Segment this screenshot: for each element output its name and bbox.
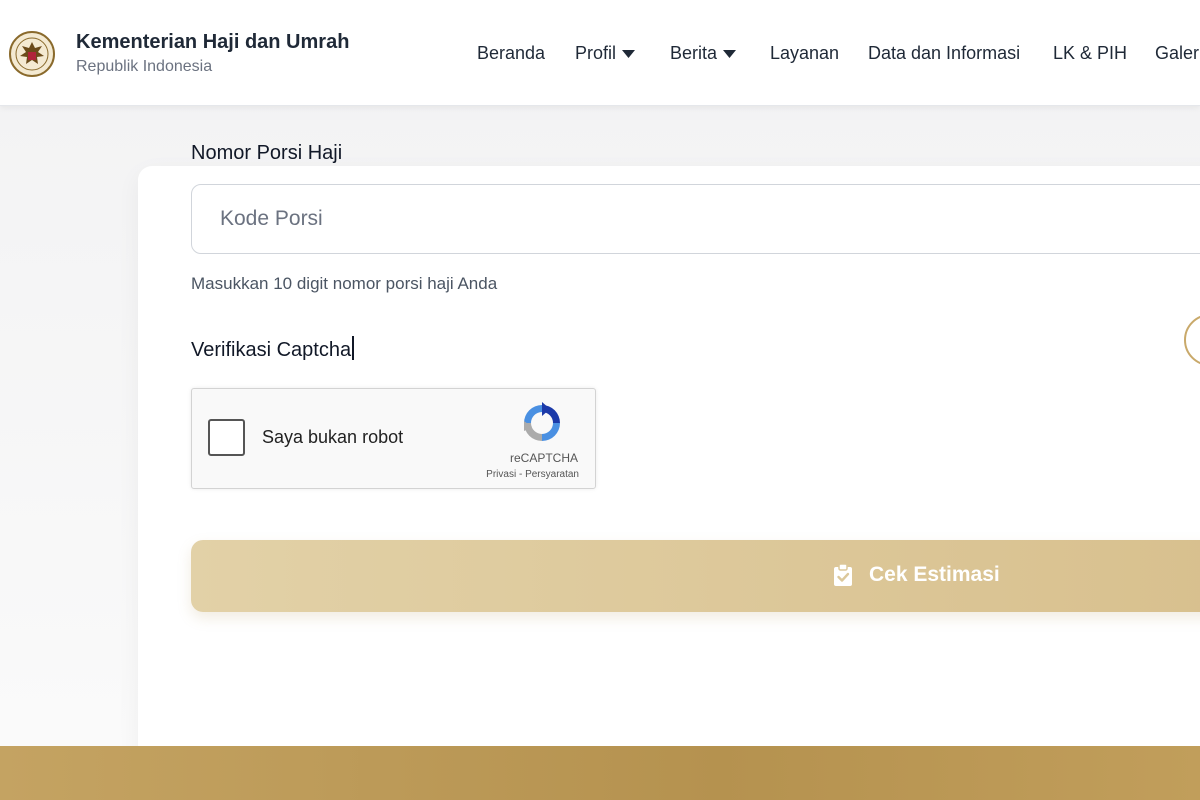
cek-estimasi-button[interactable]: Cek Estimasi	[191, 540, 1200, 612]
porsi-hint: Masukkan 10 digit nomor porsi haji Anda	[191, 274, 498, 293]
nav-item-data-informasi[interactable]: Data dan Informasi	[868, 43, 1020, 64]
nav-item-profil[interactable]: Profil	[575, 43, 636, 64]
nav-label: Berita	[670, 43, 718, 63]
recaptcha-widget: Saya bukan robot reCAPTCHA Privasi - Per…	[191, 388, 596, 489]
porsi-label: Nomor Porsi Haji	[191, 142, 343, 164]
nav-label: Galeri	[1155, 43, 1200, 63]
nav-label: Beranda	[477, 43, 546, 63]
recaptcha-brand: reCAPTCHA	[509, 451, 578, 465]
nav-label: Layanan	[770, 43, 840, 63]
recaptcha-separator: -	[516, 469, 526, 480]
text-cursor	[352, 336, 355, 360]
nav-item-layanan[interactable]: Layanan	[770, 43, 839, 64]
captcha-label: Verifikasi Captcha	[191, 339, 352, 361]
nav-item-beranda[interactable]: Beranda	[477, 43, 545, 64]
site-header: Kementerian Haji dan Umrah Republik Indo…	[0, 0, 1200, 106]
button-label: Cek Estimasi	[869, 563, 1000, 586]
nav-label: Data dan Informasi	[868, 43, 1021, 63]
caret-down-icon	[622, 49, 636, 58]
nav-label: LK & PIH	[1053, 43, 1128, 63]
nav-item-berita[interactable]: Berita	[670, 43, 737, 64]
nav-label: Profil	[575, 43, 617, 63]
recaptcha-label: Saya bukan robot	[262, 427, 404, 447]
recaptcha-logo-icon	[524, 402, 560, 441]
porsi-input[interactable]	[191, 184, 1200, 254]
caret-down-icon	[723, 49, 737, 58]
recaptcha-privacy-link[interactable]: Privasi	[486, 469, 516, 480]
nav-item-galeri[interactable]: Galeri	[1155, 43, 1200, 64]
nav-item-lk-pih[interactable]: LK & PIH	[1053, 43, 1127, 64]
captcha-label-wrap: Verifikasi Captcha	[191, 336, 355, 362]
clipboard-check-icon	[834, 564, 852, 586]
recaptcha-links: Privasi - Persyaratan	[486, 469, 579, 480]
recaptcha-terms-link[interactable]: Persyaratan	[525, 469, 579, 480]
garuda-emblem-icon[interactable]	[8, 30, 56, 78]
recaptcha-checkbox[interactable]	[208, 419, 245, 456]
brand-title[interactable]: Kementerian Haji dan Umrah	[76, 31, 349, 54]
brand-subtitle: Republik Indonesia	[76, 58, 213, 75]
button-content: Cek Estimasi	[833, 563, 1000, 587]
footer-band	[0, 746, 1200, 800]
